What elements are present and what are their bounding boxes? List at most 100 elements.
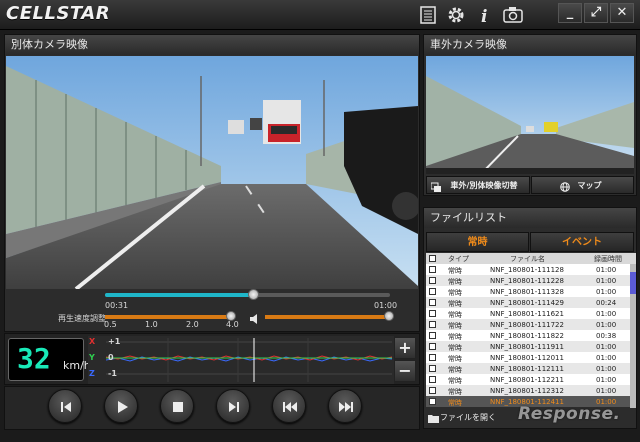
scale-label: +1	[108, 337, 121, 346]
open-file-label: ファイルを開く	[440, 413, 496, 422]
step-forward-icon	[229, 402, 239, 412]
play-icon	[118, 401, 128, 413]
row-checkbox[interactable]	[429, 277, 436, 284]
table-row[interactable]: 常時 NNF_180801-111722 01:00	[426, 319, 630, 330]
zoom-in-button[interactable]: +	[394, 337, 416, 359]
volume-slider[interactable]	[265, 311, 394, 321]
row-checkbox[interactable]	[429, 299, 436, 306]
table-row[interactable]: 常時 NNF_180801-112111 01:00	[426, 363, 630, 374]
row-type: 常時	[448, 376, 462, 385]
fast-forward-button[interactable]	[328, 389, 362, 423]
row-checkbox[interactable]	[429, 365, 436, 372]
row-checkbox[interactable]	[429, 398, 436, 405]
table-row[interactable]: 常時 NNF_180801-111911 01:00	[426, 341, 630, 352]
file-list-scrollbar[interactable]	[630, 264, 636, 408]
row-checkbox[interactable]	[429, 288, 436, 295]
row-type: 常時	[448, 266, 462, 275]
row-filename: NNF_180801-111429	[490, 298, 564, 307]
row-checkbox[interactable]	[429, 321, 436, 328]
row-checkbox[interactable]	[429, 266, 436, 273]
open-file-button[interactable]: ファイルを開く	[426, 410, 518, 426]
row-type: 常時	[448, 332, 462, 341]
speed-tick: 0.5	[104, 320, 117, 329]
table-row[interactable]: 常時 NNF_180801-111328 01:00	[426, 286, 630, 297]
row-type: 常時	[448, 277, 462, 286]
stop-icon	[173, 402, 183, 412]
stop-button[interactable]	[160, 389, 194, 423]
skip-prev-button[interactable]	[48, 389, 82, 423]
svg-text:i: i	[481, 7, 487, 25]
table-row[interactable]: 常時 NNF_180801-111228 01:00	[426, 275, 630, 286]
row-type: 常時	[448, 343, 462, 352]
camera-switch-button[interactable]: 車外/別体映像切替	[426, 176, 530, 194]
speed-label: 再生速度調整	[58, 314, 106, 323]
row-type: 常時	[448, 387, 462, 396]
scale-label: 0	[108, 353, 114, 362]
map-button[interactable]: マップ	[531, 176, 634, 194]
gear-icon[interactable]	[446, 5, 466, 25]
tab-event[interactable]: イベント	[530, 232, 634, 252]
skip-prev-icon	[61, 402, 71, 412]
row-duration: 01:00	[596, 386, 617, 395]
table-row[interactable]: 常時 NNF_180801-111128 01:00	[426, 264, 630, 275]
file-list-rows: 常時 NNF_180801-111128 01:00 常時 NNF_180801-111…	[426, 264, 630, 408]
column-filename: ファイル名	[510, 255, 545, 263]
outer-video-frame[interactable]	[426, 56, 634, 174]
select-all-checkbox[interactable]	[429, 255, 436, 262]
row-type: 常時	[448, 354, 462, 363]
camera-icon[interactable]	[502, 5, 523, 25]
fast-forward-icon	[339, 402, 353, 412]
row-type: 常時	[448, 365, 462, 374]
row-type: 常時	[448, 299, 462, 308]
row-duration: 01:00	[596, 364, 617, 373]
scroll-thumb[interactable]	[630, 272, 636, 294]
row-checkbox[interactable]	[429, 354, 436, 361]
row-checkbox[interactable]	[429, 332, 436, 339]
table-row[interactable]: 常時 NNF_180801-111822 00:38	[426, 330, 630, 341]
row-duration: 01:00	[596, 342, 617, 351]
close-button[interactable]: ✕	[610, 3, 634, 23]
step-forward-button[interactable]	[216, 389, 250, 423]
tab-regular[interactable]: 常時	[426, 232, 529, 252]
zoom-out-button[interactable]: −	[394, 360, 416, 382]
scale-label: -1	[108, 369, 117, 378]
maximize-button[interactable]: ⤢	[584, 3, 608, 23]
row-filename: NNF_180801-112111	[490, 364, 564, 373]
row-duration: 01:00	[596, 320, 617, 329]
row-duration: 01:00	[596, 287, 617, 296]
main-video-frame[interactable]	[6, 56, 418, 289]
row-checkbox[interactable]	[429, 376, 436, 383]
outer-video-title: 車外カメラ映像	[424, 35, 636, 55]
speedometer: 32 km/h	[8, 338, 91, 381]
seek-progress	[105, 293, 254, 297]
seek-bar[interactable]	[105, 289, 390, 300]
play-button[interactable]	[104, 389, 138, 423]
volume-knob[interactable]	[383, 311, 394, 321]
row-checkbox[interactable]	[429, 343, 436, 350]
row-checkbox[interactable]	[429, 310, 436, 317]
info-icon[interactable]: i	[474, 5, 494, 27]
minimize-button[interactable]: _	[558, 3, 582, 23]
row-type: 常時	[448, 288, 462, 297]
table-row[interactable]: 常時 NNF_180801-111621 01:00	[426, 308, 630, 319]
globe-icon	[560, 181, 570, 199]
row-checkbox[interactable]	[429, 387, 436, 394]
row-filename: NNF_180801-111911	[490, 342, 564, 351]
rewind-icon	[283, 402, 297, 412]
table-row[interactable]: 常時 NNF_180801-112211 01:00	[426, 374, 630, 385]
speed-slider[interactable]	[105, 311, 236, 321]
volume-icon[interactable]	[249, 310, 261, 324]
row-type: 常時	[448, 398, 462, 407]
list-icon[interactable]	[418, 5, 438, 25]
speed-unit: km/h	[63, 359, 91, 372]
rewind-button[interactable]	[272, 389, 306, 423]
table-row[interactable]: 常時 NNF_180801-112312 01:00	[426, 385, 630, 396]
total-time: 01:00	[374, 301, 398, 310]
table-row[interactable]: 常時 NNF_180801-112011 01:00	[426, 352, 630, 363]
row-filename: NNF_180801-112011	[490, 353, 564, 362]
current-time: 00:31	[105, 301, 129, 310]
row-filename: NNF_180801-111328	[490, 287, 564, 296]
table-row[interactable]: 常時 NNF_180801-111429 00:24	[426, 297, 630, 308]
row-duration: 00:38	[596, 331, 617, 340]
row-filename: NNF_180801-111822	[490, 331, 564, 340]
